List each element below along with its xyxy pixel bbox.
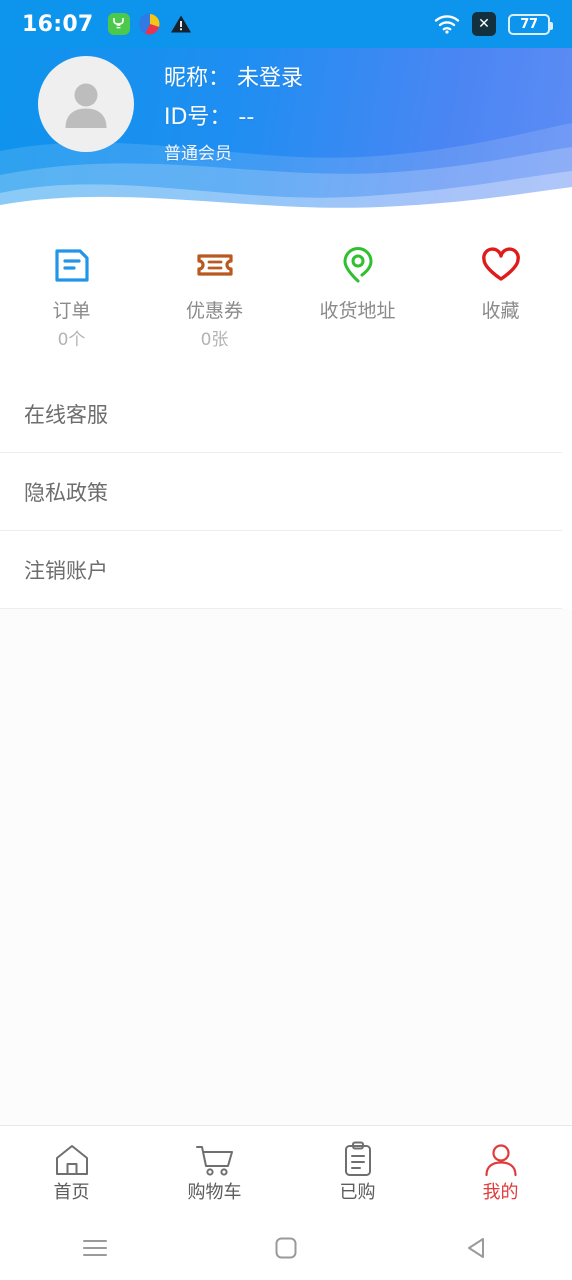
phone-screen: 昵称： 未登录 ID号： -- 普通会员 16:07 ✕ 77 订单 0个 优惠… [0, 0, 572, 1280]
battery-percent: 77 [520, 16, 538, 32]
status-time: 16:07 [22, 11, 94, 37]
settings-menu-list: 在线客服 隐私政策 注销账户 [0, 375, 572, 609]
tab-purchased[interactable]: 已购 [286, 1139, 429, 1202]
status-system-icons: ✕ 77 [434, 12, 553, 36]
quick-action-label: 订单 [52, 300, 91, 322]
quick-action-label: 优惠券 [185, 300, 243, 322]
quick-action-label: 收藏 [481, 300, 520, 322]
quick-action-count: 0个 [57, 330, 86, 350]
recents-menu-icon[interactable] [0, 1237, 191, 1259]
tab-label: 首页 [53, 1182, 90, 1203]
no-signal-x-icon: ✕ [472, 12, 496, 36]
profile-info: 昵称： 未登录 ID号： -- 普通会员 [164, 56, 303, 163]
default-avatar-icon [65, 83, 107, 128]
menu-item-label: 注销账户 [24, 559, 108, 583]
coupon-ticket-icon [193, 242, 237, 288]
order-document-icon [50, 242, 94, 288]
quick-actions-row: 订单 0个 优惠券 0张 收货地址 收藏 [0, 212, 572, 375]
tab-home[interactable]: 首页 [0, 1139, 143, 1202]
profile-block[interactable]: 昵称： 未登录 ID号： -- 普通会员 [38, 56, 303, 163]
quick-action-address[interactable]: 收货地址 [286, 242, 429, 332]
status-bar: 16:07 ✕ 77 [0, 0, 572, 48]
avatar[interactable] [38, 56, 134, 152]
clipboard-icon [341, 1139, 375, 1177]
home-square-icon[interactable] [191, 1236, 382, 1260]
tab-label: 购物车 [187, 1182, 242, 1203]
fitness-app-icon [107, 13, 130, 35]
quick-action-count: 0张 [200, 330, 229, 350]
tab-label: 已购 [339, 1182, 376, 1203]
back-triangle-icon[interactable] [381, 1236, 572, 1260]
tab-cart[interactable]: 购物车 [143, 1139, 286, 1202]
bottom-tab-bar: 首页 购物车 已购 我的 [0, 1125, 572, 1215]
battery-icon: 77 [508, 13, 553, 35]
person-icon [483, 1139, 519, 1177]
heart-icon [479, 242, 523, 288]
tab-label: 我的 [482, 1182, 519, 1203]
wifi-icon [434, 15, 460, 34]
colorful-app-icon [138, 13, 161, 35]
menu-item-delete-account[interactable]: 注销账户 [0, 531, 572, 609]
status-notification-icons [107, 13, 192, 35]
cart-icon [195, 1139, 235, 1177]
menu-item-label: 隐私政策 [24, 481, 108, 505]
user-id-line: ID号： -- [164, 105, 255, 130]
warning-triangle-icon [170, 14, 192, 34]
quick-action-favorites[interactable]: 收藏 [429, 242, 572, 332]
menu-item-label: 在线客服 [24, 403, 108, 427]
home-icon [54, 1139, 90, 1177]
nickname-line: 昵称： 未登录 [164, 66, 303, 91]
menu-item-online-service[interactable]: 在线客服 [0, 375, 572, 453]
android-navigation-bar [0, 1215, 572, 1280]
quick-action-label: 收货地址 [319, 300, 396, 322]
quick-action-coupons[interactable]: 优惠券 0张 [143, 242, 286, 349]
menu-item-privacy-policy[interactable]: 隐私政策 [0, 453, 572, 531]
location-pin-icon [336, 242, 380, 288]
member-level-badge: 普通会员 [164, 144, 232, 164]
quick-action-orders[interactable]: 订单 0个 [0, 242, 143, 349]
tab-mine[interactable]: 我的 [429, 1139, 572, 1202]
